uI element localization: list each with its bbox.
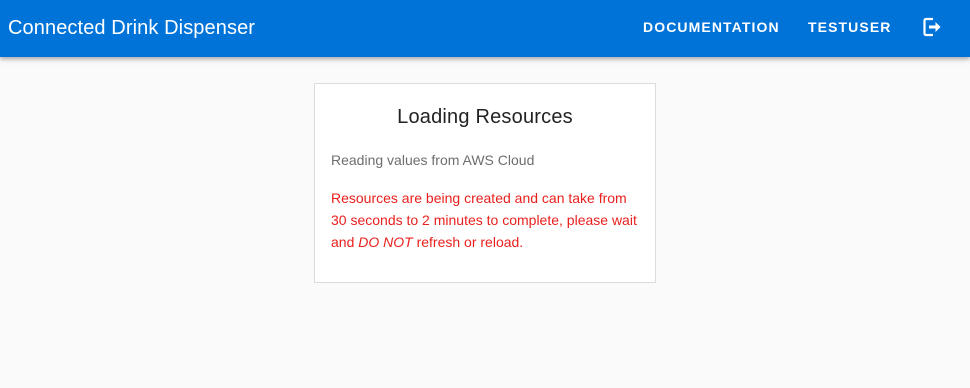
warning-message: Resources are being created and can take… — [331, 187, 637, 253]
card-title: Loading Resources — [397, 106, 573, 128]
app-title: Connected Drink Dispenser — [8, 17, 256, 39]
card-subtitle: Reading values from AWS Cloud — [331, 152, 535, 168]
app-bar: Connected Drink Dispenser DOCUMENTATION … — [0, 0, 970, 57]
logout-icon-graphic — [923, 17, 941, 37]
warning-emphasis: DO NOT — [358, 234, 413, 250]
logout-icon[interactable] — [920, 15, 944, 39]
loading-card: Loading Resources Reading values from AW… — [314, 83, 656, 283]
warning-text-end: refresh or reload. — [412, 234, 524, 250]
user-button[interactable]: TESTUSER — [808, 17, 891, 37]
documentation-button[interactable]: DOCUMENTATION — [643, 17, 780, 37]
